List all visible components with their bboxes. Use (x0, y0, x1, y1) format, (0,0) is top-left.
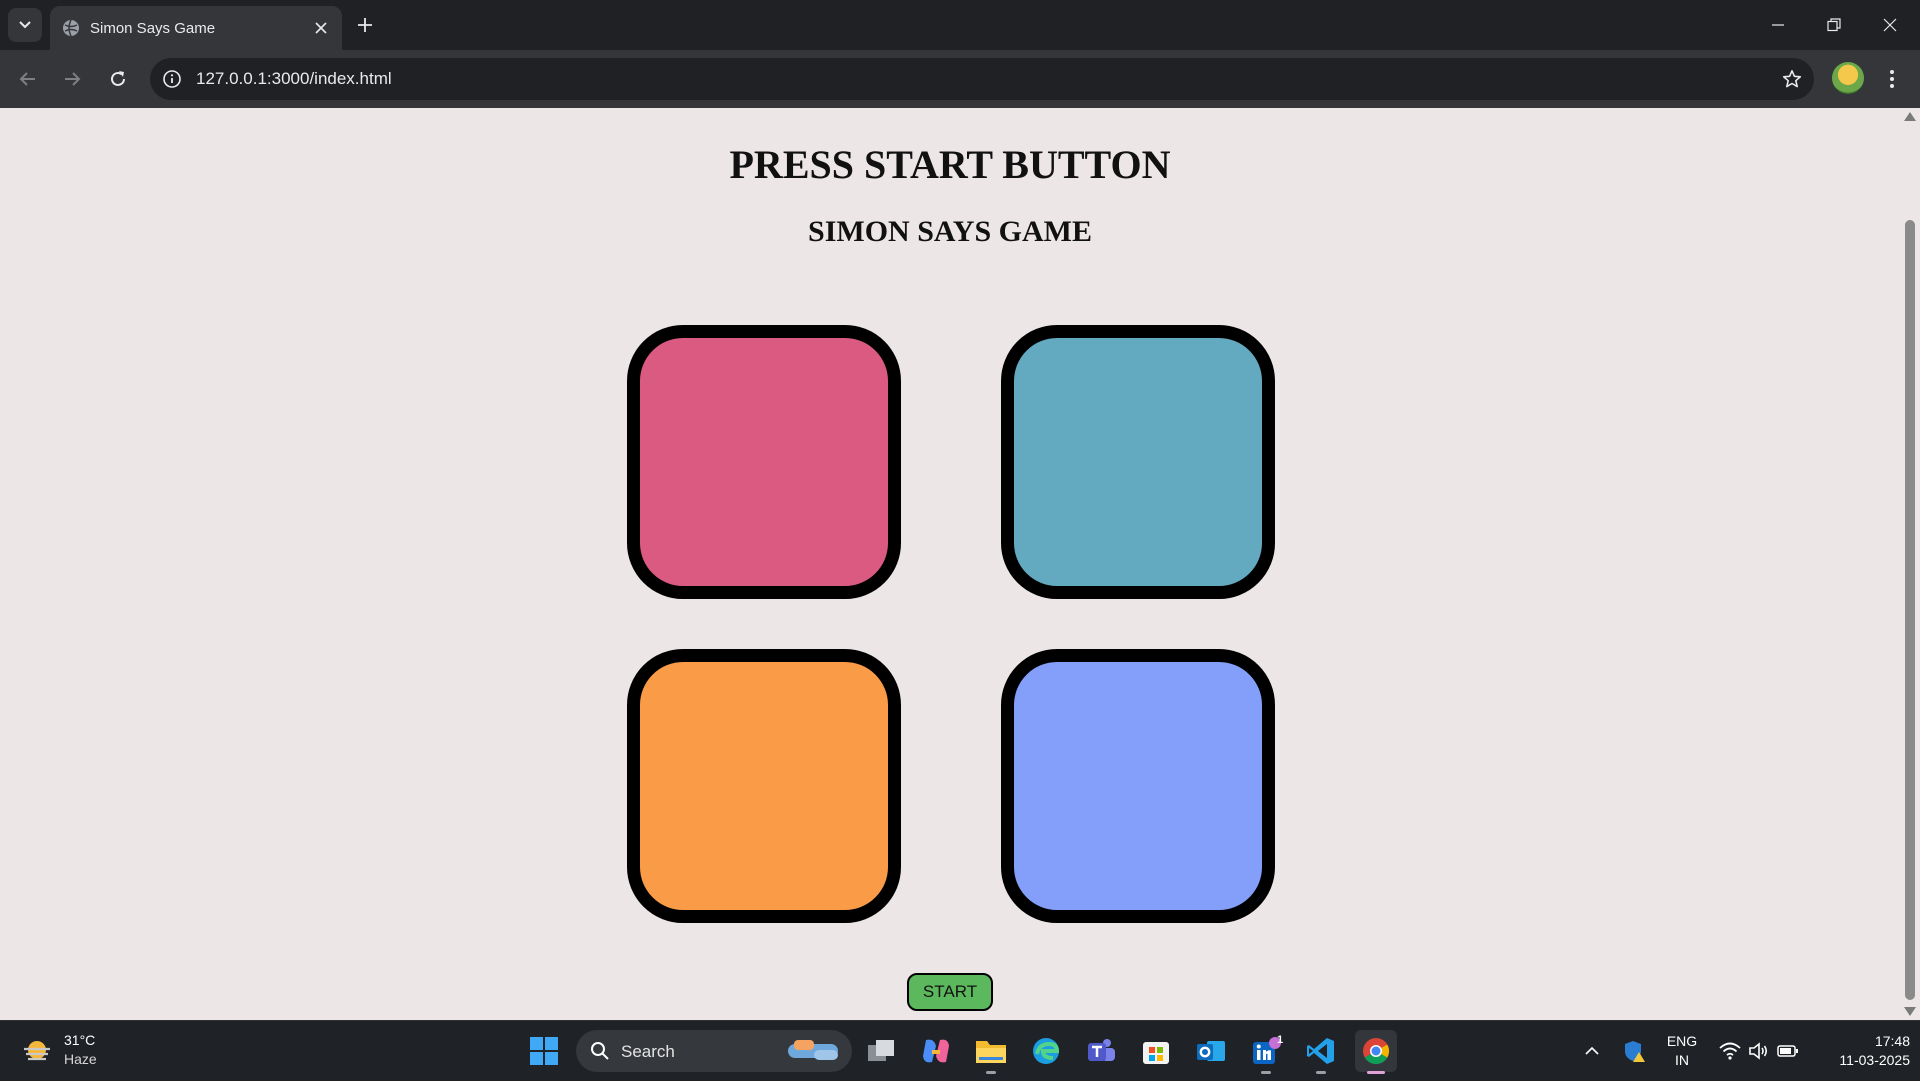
close-tab-button[interactable] (310, 17, 332, 39)
restore-button[interactable] (1806, 0, 1862, 50)
store-icon (1143, 1042, 1169, 1064)
weather-temperature: 31°C (64, 1032, 96, 1048)
search-highlight-icon (788, 1040, 838, 1060)
chrome-button[interactable] (1355, 1030, 1397, 1074)
outlook-icon (1197, 1041, 1225, 1061)
url-text[interactable]: 127.0.0.1:3000/index.html (196, 69, 392, 89)
search-placeholder: Search (621, 1042, 675, 1061)
copilot-button[interactable] (915, 1030, 957, 1072)
running-indicator (1261, 1071, 1271, 1074)
browser-toolbar: 127.0.0.1:3000/index.html (0, 50, 1920, 108)
file-explorer-button[interactable] (970, 1030, 1012, 1074)
close-window-button[interactable] (1862, 0, 1918, 50)
site-info-button[interactable] (160, 67, 184, 91)
chrome-icon (1363, 1038, 1390, 1065)
weather-widget[interactable]: 31°C Haze (22, 1029, 122, 1073)
blue-pad[interactable] (1001, 649, 1275, 923)
arrow-right-icon (65, 72, 81, 86)
language-primary: ENG (1666, 1033, 1698, 1049)
reload-icon (111, 71, 125, 86)
tab-title: Simon Says Game (90, 20, 216, 37)
reload-button[interactable] (100, 61, 136, 97)
battery-icon (1777, 1045, 1798, 1057)
new-tab-button[interactable] (350, 10, 380, 40)
linkedin-button[interactable]: 1 (1245, 1030, 1287, 1074)
teams-button[interactable] (1080, 1030, 1122, 1072)
running-indicator (1316, 1071, 1326, 1074)
globe-icon (63, 19, 79, 37)
back-button[interactable] (10, 61, 46, 97)
volume-icon (1749, 1042, 1768, 1060)
browser-menu-button[interactable] (1878, 61, 1906, 97)
wifi-icon (1719, 1042, 1741, 1060)
security-tray-button[interactable] (1620, 1021, 1650, 1081)
haze-weather-icon (24, 1041, 50, 1061)
scroll-down-arrow-icon[interactable] (1904, 1007, 1916, 1016)
more-vertical-icon (1890, 70, 1894, 88)
chevron-up-icon (1585, 1046, 1599, 1055)
close-icon (1883, 18, 1897, 32)
weather-condition: Haze (64, 1051, 97, 1067)
windows-logo-icon (530, 1037, 558, 1065)
clock-date: 11-03-2025 (1839, 1052, 1910, 1068)
quick-settings-button[interactable] (1712, 1021, 1806, 1081)
page-scrollbar[interactable] (1900, 108, 1920, 1020)
show-hidden-icons-button[interactable] (1578, 1021, 1606, 1081)
browser-title-bar: Simon Says Game (0, 0, 1920, 50)
taskbar-search[interactable]: Search (576, 1030, 852, 1072)
scrollbar-thumb[interactable] (1905, 220, 1915, 1000)
bookmark-button[interactable] (1780, 67, 1804, 91)
vscode-icon (1307, 1038, 1334, 1064)
scroll-up-arrow-icon[interactable] (1904, 112, 1916, 121)
windows-taskbar: 31°C Haze Search 1 ENG IN 17:48 11-03-20… (0, 1020, 1920, 1080)
orange-pad[interactable] (627, 649, 901, 923)
linkedin-notification-badge: 1 (1277, 1034, 1284, 1046)
outlook-button[interactable] (1190, 1030, 1232, 1072)
edge-button[interactable] (1025, 1030, 1067, 1072)
search-icon (591, 1042, 609, 1060)
chevron-down-icon (19, 21, 31, 29)
star-icon (1782, 70, 1802, 88)
running-indicator (986, 1071, 996, 1074)
edge-browser-icon (1033, 1038, 1060, 1064)
language-indicator[interactable]: ENG IN (1662, 1021, 1702, 1081)
red-pad[interactable] (627, 325, 901, 599)
vscode-button[interactable] (1300, 1030, 1342, 1074)
microsoft-store-button[interactable] (1135, 1030, 1177, 1072)
tab-search-button[interactable] (8, 8, 42, 42)
start-button[interactable]: START (907, 973, 993, 1011)
forward-button[interactable] (54, 61, 90, 97)
running-indicator (1367, 1071, 1385, 1074)
teal-pad[interactable] (1001, 325, 1275, 599)
minimize-icon (1772, 24, 1784, 26)
language-secondary: IN (1675, 1052, 1689, 1068)
teams-icon (1088, 1039, 1115, 1061)
clock-time: 17:48 (1874, 1033, 1910, 1049)
task-view-button[interactable] (860, 1030, 902, 1072)
copilot-icon (923, 1039, 949, 1063)
profile-avatar[interactable] (1832, 62, 1864, 94)
address-bar[interactable]: 127.0.0.1:3000/index.html (150, 58, 1814, 100)
arrow-left-icon (19, 72, 35, 86)
page-viewport: PRESS START BUTTON SIMON SAYS GAME START (0, 108, 1900, 1020)
task-view-icon (868, 1040, 894, 1061)
folder-icon (976, 1041, 1006, 1063)
shield-warning-icon (1625, 1041, 1645, 1062)
start-button[interactable] (523, 1030, 565, 1072)
clock[interactable]: 17:48 11-03-2025 (1812, 1021, 1912, 1081)
info-icon (163, 70, 181, 88)
minimize-button[interactable] (1750, 0, 1806, 50)
restore-icon (1827, 18, 1841, 32)
close-icon (315, 22, 327, 34)
plus-icon (358, 18, 372, 32)
browser-tab[interactable]: Simon Says Game (50, 6, 342, 50)
game-title: SIMON SAYS GAME (808, 215, 1092, 248)
page-heading: PRESS START BUTTON (729, 142, 1171, 187)
